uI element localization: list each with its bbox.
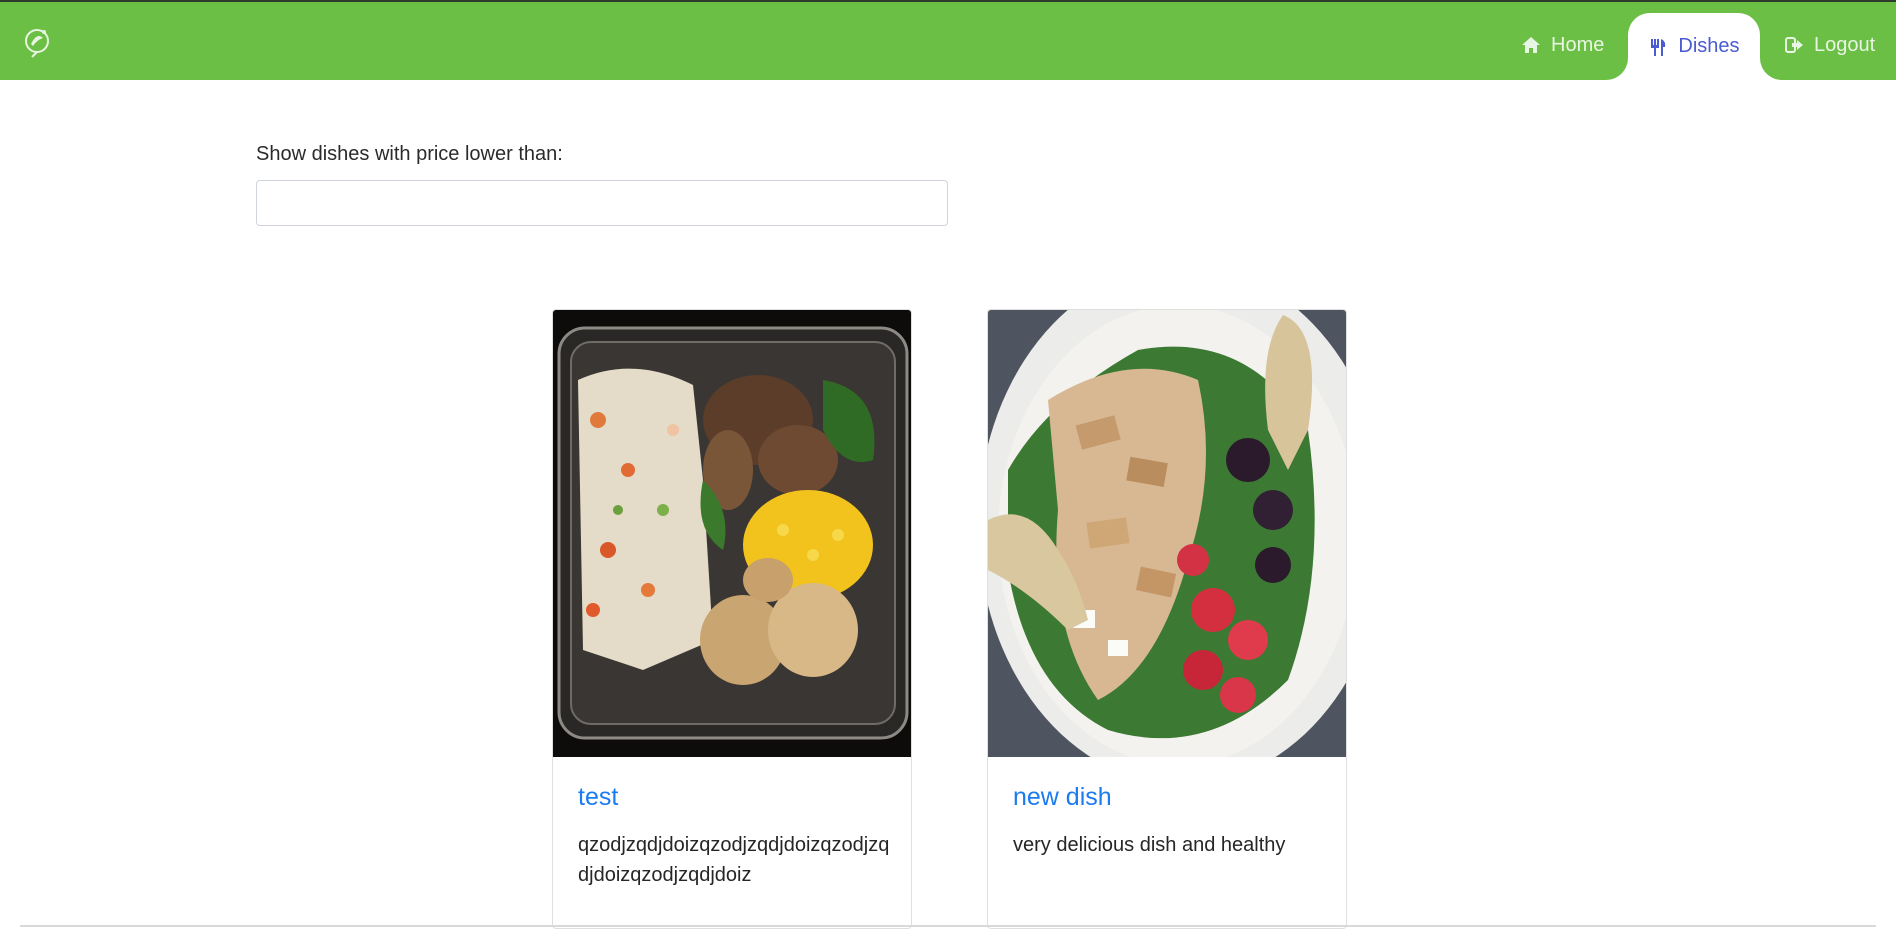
dish-card[interactable]: new dish very delicious dish and healthy [987,309,1347,929]
dish-description: qzodjzqdjdoizqzodjzqdjdoizqzodjzqdjdoizq… [578,834,890,886]
nav-dishes-label: Dishes [1678,35,1740,57]
nav-home[interactable]: Home [1521,12,1604,78]
dish-image [988,310,1346,757]
active-tab-curve-left [1606,58,1628,80]
logout-icon [1785,37,1803,53]
dish-image [553,310,911,757]
dish-description: very delicious dish and healthy [1013,834,1286,856]
nav-dishes[interactable]: Dishes [1628,13,1760,80]
active-tab-curve-right [1760,58,1782,80]
leaf-logo-icon[interactable] [20,24,54,58]
dish-title[interactable]: new dish [1013,783,1112,812]
nav-logout[interactable]: Logout [1784,12,1875,78]
price-filter-input[interactable] [256,180,948,226]
dish-card[interactable]: test qzodjzqdjdoizqzodjzqdjdoizqzodjzqdj… [552,309,912,929]
utensils-icon [1651,38,1666,56]
nav-logout-label: Logout [1814,33,1876,56]
price-filter-label: Show dishes with price lower than: [256,143,563,165]
home-icon [1522,37,1540,53]
dish-title[interactable]: test [578,783,618,812]
nav-home-label: Home [1551,33,1605,56]
